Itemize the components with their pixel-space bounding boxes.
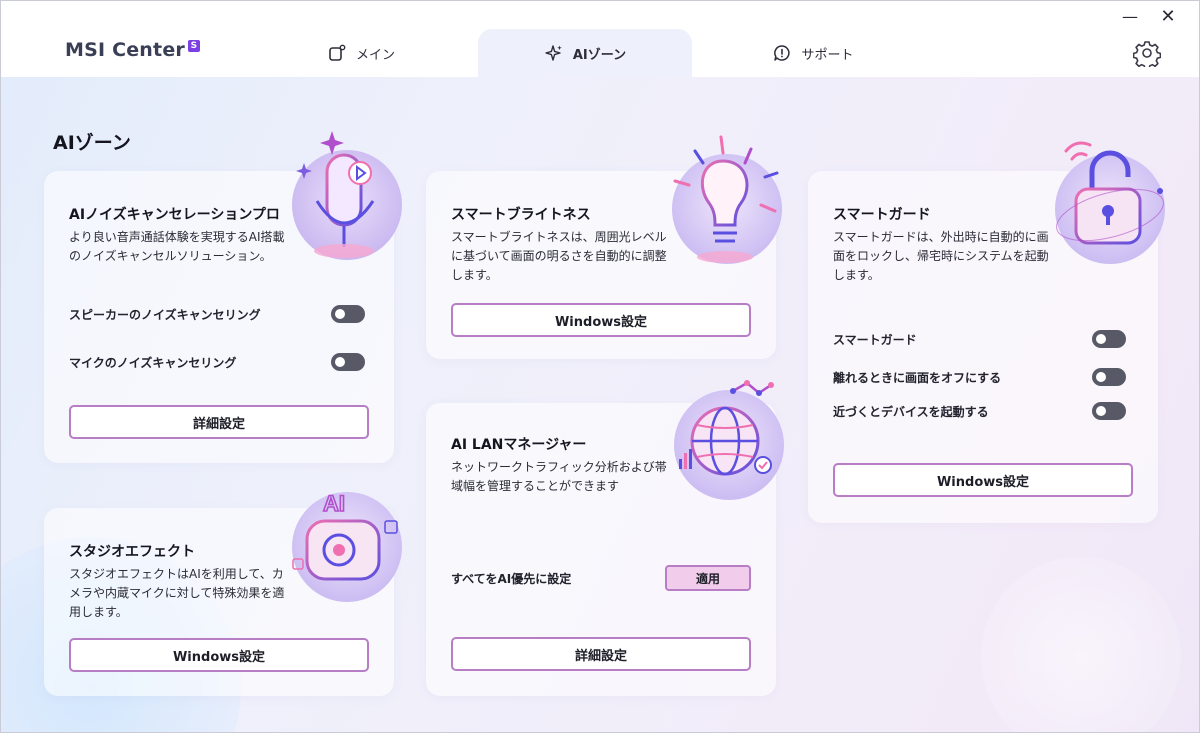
noise-advanced-settings-button[interactable]: 詳細設定: [69, 405, 369, 439]
card-description: スマートガードは、外出時に自動的に画面をロックし、帰宅時にシステムを起動します。: [833, 230, 1049, 282]
toggle-label: スピーカーのノイズキャンセリング: [69, 307, 261, 322]
tab-label: メイン: [355, 47, 395, 63]
mic-noise-cancel-toggle[interactable]: [331, 353, 365, 371]
card-title: AIノイズキャンセレーションプロ: [69, 207, 280, 223]
toggle-row-speaker-nc: スピーカーのノイズキャンセリング: [69, 305, 365, 323]
settings-gear-icon[interactable]: [1132, 39, 1162, 70]
toggle-label: スマートガード: [833, 332, 917, 347]
brand-badge: S: [187, 40, 200, 52]
close-button[interactable]: ✕: [1156, 7, 1180, 27]
card-title: スマートガード: [833, 207, 931, 223]
toggle-label: 近づくとデバイスを起動する: [833, 404, 989, 419]
toggle-row-wake: 近づくとデバイスを起動する: [833, 402, 1126, 420]
lan-advanced-settings-button[interactable]: 詳細設定: [451, 637, 751, 671]
toggle-label: マイクのノイズキャンセリング: [69, 355, 237, 370]
toggle-row-screen-off: 離れるときに画面をオフにする: [833, 368, 1126, 386]
camera-ai-illustration-icon: AI: [287, 481, 407, 611]
ai-sparkle-icon: [544, 43, 564, 63]
brand-name: MSI Center: [65, 39, 185, 61]
apply-button[interactable]: 適用: [665, 565, 751, 591]
ai-priority-row: すべてをAI優先に設定 適用: [451, 565, 751, 591]
tab-main[interactable]: メイン: [301, 29, 421, 77]
card-description: ネットワークトラフィック分析および帯域幅を管理することができます: [451, 460, 667, 493]
tab-label: サポート: [801, 47, 854, 63]
card-description: スマートブライトネスは、周囲光レベルに基づいて画面の明るさを自動的に調整します。: [451, 230, 667, 282]
toggle-row-smart-guard: スマートガード: [833, 330, 1126, 348]
speaker-noise-cancel-toggle[interactable]: [331, 305, 365, 323]
minimize-button[interactable]: —: [1118, 7, 1142, 27]
tab-support[interactable]: サポート: [743, 29, 883, 77]
screen-off-on-leave-toggle[interactable]: [1092, 368, 1126, 386]
card-title: スマートブライトネス: [451, 207, 591, 223]
app-brand: MSI Center S: [65, 39, 200, 61]
padlock-illustration-icon: [1046, 131, 1171, 271]
toggle-label: 離れるときに画面をオフにする: [833, 370, 1002, 385]
tab-ai-zone[interactable]: AIゾーン: [478, 29, 692, 77]
camera-ai-label: AI: [323, 491, 345, 516]
card-title: スタジオエフェクト: [69, 544, 195, 560]
card-description: スタジオエフェクトはAIを利用して、カメラや内蔵マイクに対して特殊効果を適用しま…: [69, 567, 285, 619]
guard-windows-settings-button[interactable]: Windows設定: [833, 463, 1133, 497]
main-app-icon: [327, 43, 347, 63]
page-title: AIゾーン: [53, 132, 131, 154]
title-bar: MSI Center S — ✕ メイン AIゾーン サポート: [1, 1, 1199, 77]
network-globe-illustration-icon: [667, 379, 792, 509]
smart-guard-toggle[interactable]: [1092, 330, 1126, 348]
wake-on-approach-toggle[interactable]: [1092, 402, 1126, 420]
tab-label: AIゾーン: [572, 47, 627, 63]
msi-center-window: MSI Center S — ✕ メイン AIゾーン サポート AIゾーン AI…: [0, 0, 1200, 733]
brightness-windows-settings-button[interactable]: Windows設定: [451, 303, 751, 337]
ai-zone-content: AIゾーン AIノイズキャンセレーションプロ より良い音声通話体験を実現するAI…: [1, 77, 1199, 732]
ai-priority-label: すべてをAI優先に設定: [451, 571, 572, 586]
support-chat-icon: [772, 43, 792, 63]
toggle-row-mic-nc: マイクのノイズキャンセリング: [69, 353, 365, 371]
card-description: より良い音声通話体験を実現するAI搭載のノイズキャンセルソリューション。: [69, 230, 285, 263]
microphone-illustration-icon: [287, 129, 407, 269]
studio-windows-settings-button[interactable]: Windows設定: [69, 638, 369, 672]
card-title: AI LANマネージャー: [451, 437, 587, 453]
lightbulb-illustration-icon: [667, 133, 787, 273]
